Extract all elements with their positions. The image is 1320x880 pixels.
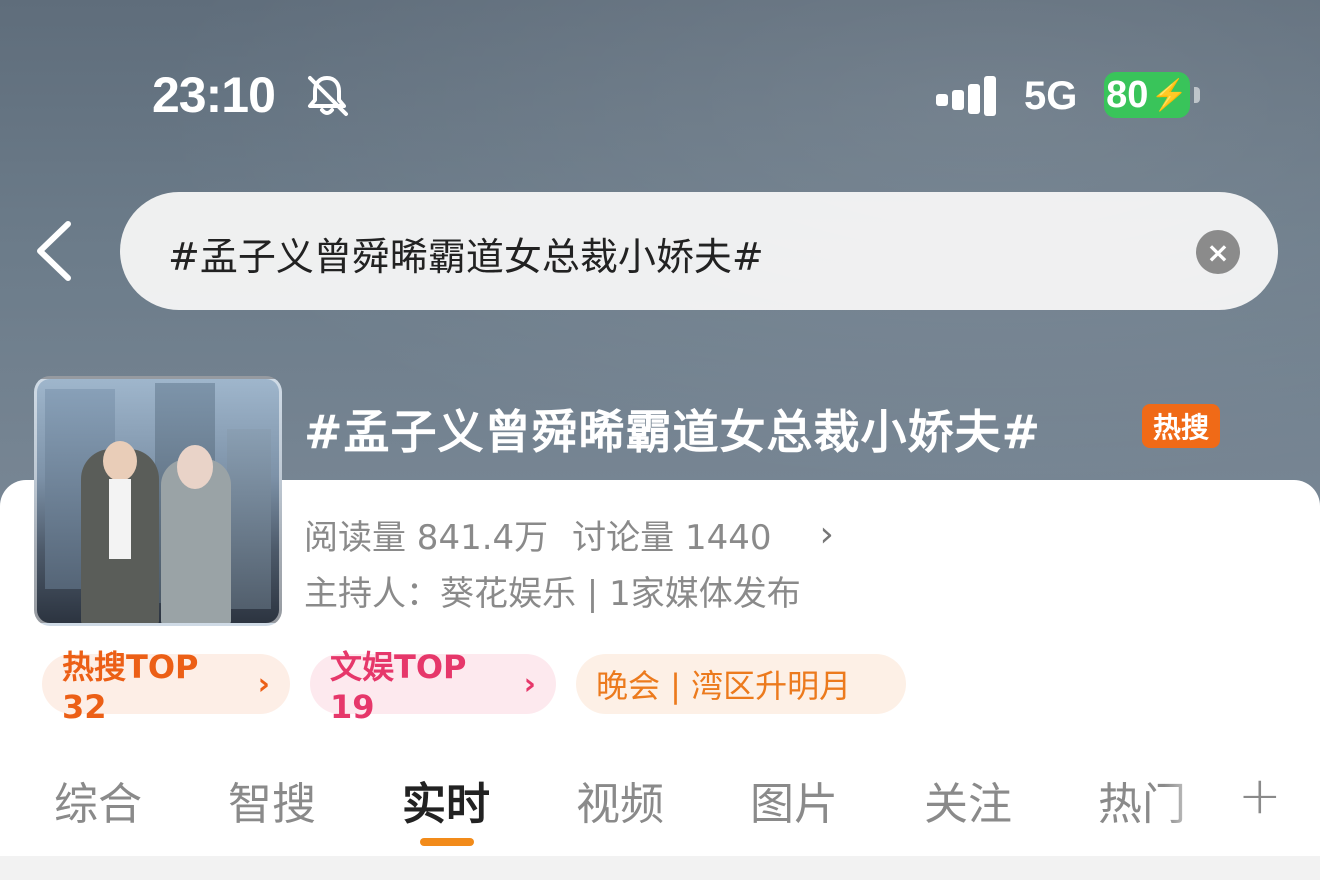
battery-level: 80 — [1106, 73, 1149, 116]
read-count: 阅读量 841.4万 — [304, 518, 549, 558]
topic-cover-image[interactable] — [34, 376, 282, 626]
search-query[interactable]: #孟子义曾舜晞霸道女总裁小娇夫# — [168, 226, 764, 281]
network-type: 5G — [1024, 74, 1078, 118]
chevron-right-icon: › — [257, 666, 270, 702]
chevron-left-icon[interactable] — [30, 218, 78, 284]
chevron-right-icon: › — [523, 666, 536, 702]
pill-label: 文娱TOP 19 — [330, 648, 467, 726]
bell-slash-icon — [308, 76, 348, 116]
tab-video[interactable]: 视频 — [576, 768, 664, 832]
charging-icon: ⚡ — [1150, 78, 1188, 112]
add-tab-icon[interactable]: + — [1238, 766, 1282, 826]
pill-label: 晚会 | 湾区升明月 — [596, 667, 852, 705]
tab-following[interactable]: 关注 — [924, 768, 1012, 832]
host-info: 主持人：葵花娱乐 | 1家媒体发布 — [304, 574, 801, 614]
tab-smart-search[interactable]: 智搜 — [228, 768, 316, 832]
battery-indicator: 80 ⚡ — [1104, 72, 1200, 118]
hot-search-rank-pill[interactable]: 热搜TOP 32 › — [42, 648, 290, 726]
topic-stats[interactable]: 阅读量 841.4万 讨论量 1440 › — [304, 510, 834, 559]
entertainment-rank-pill[interactable]: 文娱TOP 19 › — [310, 648, 556, 726]
tab-fade — [1164, 760, 1234, 850]
tab-images[interactable]: 图片 — [750, 768, 838, 832]
clear-icon[interactable]: × — [1196, 230, 1240, 274]
topic-title: #孟子义曾舜晞霸道女总裁小娇夫# — [304, 405, 1042, 459]
person-figure — [81, 441, 159, 623]
active-tab-indicator — [420, 838, 474, 846]
pill-label: 热搜TOP 32 — [62, 648, 199, 726]
section-divider — [0, 856, 1320, 880]
hot-badge: 热搜 — [1142, 404, 1220, 448]
tab-realtime[interactable]: 实时 — [402, 768, 490, 832]
tab-bar: 综合 智搜 实时 视频 图片 关注 热门 — [0, 760, 1320, 850]
search-input[interactable]: #孟子义曾舜晞霸道女总裁小娇夫# × — [120, 192, 1278, 310]
discuss-count: 讨论量 1440 — [572, 518, 772, 558]
signal-bars-icon — [936, 76, 996, 116]
chevron-right-icon[interactable]: › — [820, 514, 834, 555]
event-pill[interactable]: 晚会 | 湾区升明月 — [576, 654, 906, 714]
tab-comprehensive[interactable]: 综合 — [54, 768, 142, 832]
status-time: 23:10 — [152, 67, 276, 123]
person-figure — [161, 445, 231, 623]
building-shape — [227, 429, 271, 609]
